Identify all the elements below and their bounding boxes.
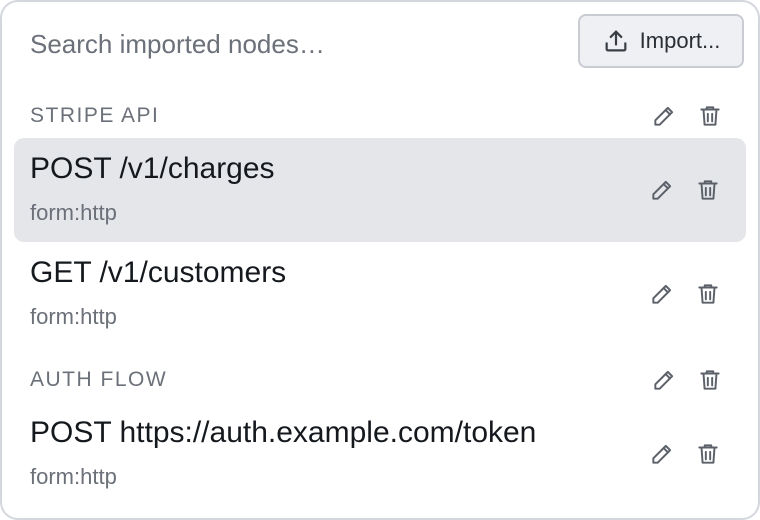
edit-node-button[interactable] bbox=[648, 176, 676, 204]
node-label: GET /v1/customers bbox=[30, 256, 287, 289]
edit-group-button[interactable] bbox=[650, 102, 678, 130]
trash-icon bbox=[698, 180, 718, 200]
pencil-icon bbox=[652, 180, 672, 200]
group-actions bbox=[650, 102, 724, 130]
trash-icon bbox=[700, 106, 720, 126]
delete-node-button[interactable] bbox=[694, 280, 722, 308]
group-actions bbox=[650, 366, 724, 394]
delete-group-button[interactable] bbox=[696, 366, 724, 394]
list-item[interactable]: POST /v1/charges form:http bbox=[14, 138, 746, 242]
edit-node-button[interactable] bbox=[648, 280, 676, 308]
delete-node-button[interactable] bbox=[694, 176, 722, 204]
import-button-label: Import... bbox=[639, 28, 721, 53]
node-type: form:http bbox=[30, 304, 117, 329]
pencil-icon bbox=[654, 106, 674, 126]
edit-group-button[interactable] bbox=[650, 366, 678, 394]
delete-group-button[interactable] bbox=[696, 102, 724, 130]
trash-icon bbox=[698, 284, 718, 304]
edit-node-button[interactable] bbox=[648, 440, 676, 468]
pencil-icon bbox=[654, 370, 674, 390]
node-label: POST https://auth.example.com/token bbox=[30, 416, 537, 449]
import-button[interactable]: Import... bbox=[578, 14, 744, 68]
row-actions bbox=[648, 280, 722, 308]
trash-icon bbox=[700, 370, 720, 390]
group-header-auth-flow: AUTH FLOW bbox=[2, 360, 758, 400]
pencil-icon bbox=[652, 444, 672, 464]
group-title: STRIPE API bbox=[30, 104, 160, 127]
group-header-stripe-api: STRIPE API bbox=[2, 96, 758, 136]
node-label: POST /v1/charges bbox=[30, 152, 275, 185]
node-type: form:http bbox=[30, 464, 117, 489]
row-actions bbox=[648, 440, 722, 468]
imported-nodes-panel: Import... STRIPE API POST / bbox=[0, 0, 760, 520]
row-actions bbox=[648, 176, 722, 204]
pencil-icon bbox=[652, 284, 672, 304]
search-input[interactable] bbox=[30, 20, 550, 68]
node-type: form:http bbox=[30, 200, 117, 225]
list-item[interactable]: POST https://auth.example.com/token form… bbox=[14, 402, 746, 506]
trash-icon bbox=[698, 444, 718, 464]
group-title: AUTH FLOW bbox=[30, 368, 168, 391]
list-item[interactable]: GET /v1/customers form:http bbox=[14, 242, 746, 346]
delete-node-button[interactable] bbox=[694, 440, 722, 468]
search-row: Import... bbox=[2, 2, 758, 84]
upload-icon bbox=[602, 27, 630, 55]
